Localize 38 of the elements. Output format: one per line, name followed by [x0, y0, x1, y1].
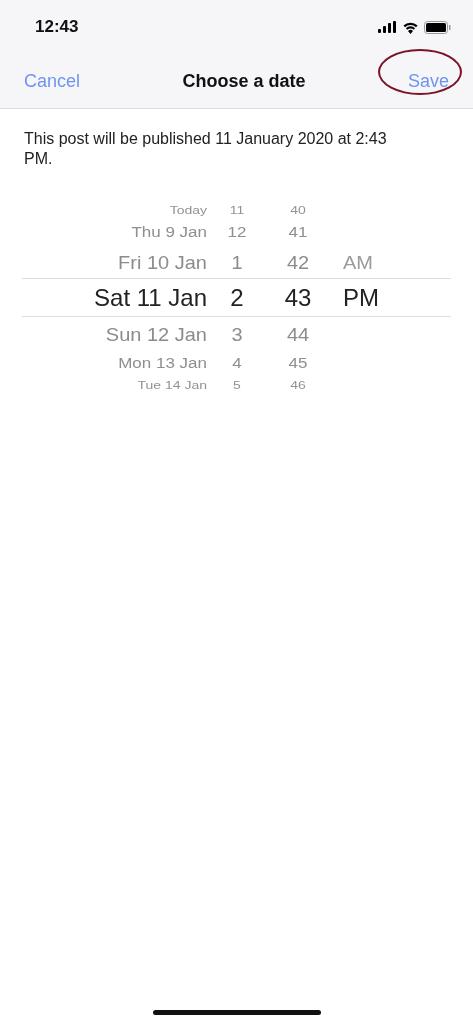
minute-option: 45: [267, 355, 329, 371]
signal-icon: [378, 21, 397, 33]
day-option: Sat 11 Jan: [22, 285, 207, 310]
day-option: Fri 10 Jan: [22, 252, 207, 271]
minute-option: 46: [267, 379, 329, 391]
picker-row[interactable]: Fri 10 Jan 1 42 AM: [22, 245, 451, 278]
clock-time: 12:43: [35, 17, 79, 37]
picker-row[interactable]: Sun 12 Jan 3 44: [22, 317, 451, 350]
save-button[interactable]: Save: [407, 70, 449, 92]
hour-option: 3: [207, 324, 267, 343]
minute-option: 42: [267, 252, 329, 271]
hour-option: 1: [207, 252, 267, 271]
cancel-button[interactable]: Cancel: [24, 70, 81, 92]
minute-option: 40: [267, 204, 329, 216]
minute-option: 44: [267, 324, 329, 343]
battery-icon: [424, 20, 451, 34]
day-option: Sun 12 Jan: [22, 324, 207, 343]
picker-row[interactable]: Thu 9 Jan 12 41: [22, 219, 451, 245]
picker-row[interactable]: Mon 13 Jan 4 45: [22, 350, 451, 376]
hour-option: 11: [207, 204, 267, 216]
period-option: AM: [329, 252, 451, 271]
screen-title: Choose a date: [182, 70, 306, 92]
day-option: Today: [22, 204, 207, 216]
publish-message: This post will be published 11 January 2020 at 2:43 PM.: [24, 129, 388, 169]
minute-option: 43: [267, 285, 329, 310]
hour-option: 2: [207, 285, 267, 310]
minute-option: 41: [267, 224, 329, 240]
day-option: Thu 9 Jan: [22, 224, 207, 240]
wifi-icon: [402, 20, 419, 34]
day-option: Mon 13 Jan: [22, 355, 207, 371]
hour-option: 12: [207, 224, 267, 240]
period-option: PM: [329, 285, 451, 310]
picker-row[interactable]: Tue 14 Jan 5 46: [22, 376, 451, 394]
picker-row[interactable]: Sat 11 Jan 2 43 PM: [22, 278, 451, 317]
picker-row[interactable]: Today 11 40: [22, 201, 451, 219]
day-option: Tue 14 Jan: [22, 379, 207, 391]
hour-option: 5: [207, 379, 267, 391]
hour-option: 4: [207, 355, 267, 371]
